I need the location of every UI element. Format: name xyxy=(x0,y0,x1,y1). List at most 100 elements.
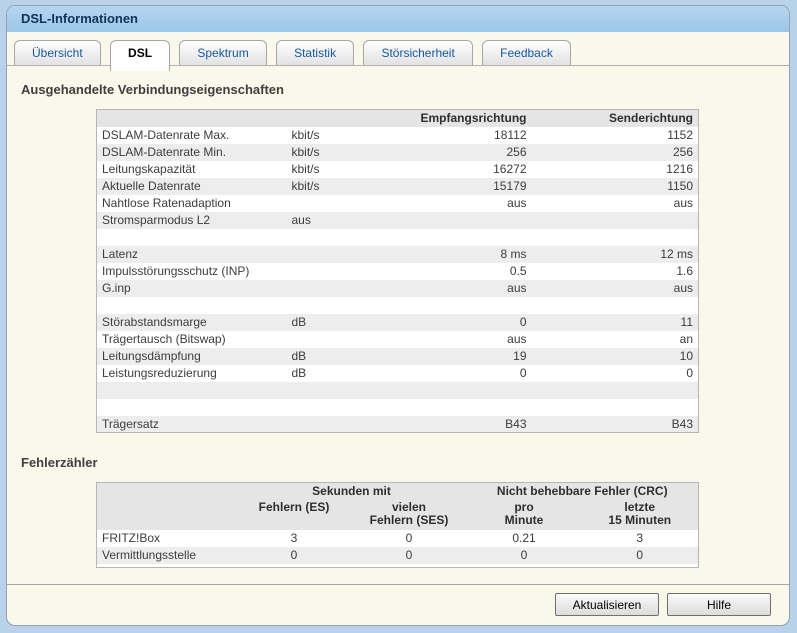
table-cell xyxy=(287,280,392,297)
table-cell: G.inp xyxy=(102,281,131,295)
column-header-downstream: Empfangsrichtung xyxy=(391,109,532,127)
table-cell: aus xyxy=(673,281,693,295)
error-table-group-header-row: Sekunden mit Nicht behebbare Fehler (CRC… xyxy=(96,482,699,499)
table-cell: 256 xyxy=(506,145,527,159)
table-row xyxy=(97,297,699,314)
group-header-empty xyxy=(96,482,237,499)
table-row: Trägersatz B43 B43 xyxy=(96,415,699,433)
table-cell: Trägertausch (Bitswap) xyxy=(102,332,226,346)
error-table-sub-header-row: Fehlern (ES) vielen Fehlern (SES) pro Mi… xyxy=(96,498,699,530)
table-cell: 0.21 xyxy=(512,531,536,545)
table-cell xyxy=(532,382,699,399)
table-cell xyxy=(287,229,392,246)
table-cell: 19 xyxy=(513,349,527,363)
table-cell: 0 xyxy=(686,366,693,380)
table-cell: Leistungsreduzierung xyxy=(102,366,217,380)
table-cell: 0 xyxy=(290,548,298,562)
table-cell: 0 xyxy=(519,315,527,329)
table-cell: 16272 xyxy=(493,162,527,176)
group-header-errored-seconds: Sekunden mit xyxy=(236,482,467,499)
table-cell: kbit/s xyxy=(291,128,320,142)
sub-header-es: Fehlern (ES) xyxy=(236,498,352,530)
tab-spektrum[interactable]: Spektrum xyxy=(179,40,267,65)
table-cell: Störabstandsmarge xyxy=(102,315,207,329)
table-cell xyxy=(287,297,392,314)
table-cell: Vermittlungsstelle xyxy=(102,548,197,562)
table-cell: aus xyxy=(673,196,693,210)
table-cell: 12 ms xyxy=(660,247,693,261)
table-row xyxy=(97,229,699,246)
table-cell: aus xyxy=(507,332,527,346)
table-cell: kbit/s xyxy=(291,179,320,193)
footer-button-bar: Aktualisieren Hilfe xyxy=(7,585,789,616)
table-cell: DSLAM-Datenrate Min. xyxy=(102,145,227,159)
connection-section-heading: Ausgehandelte Verbindungseigenschaften xyxy=(21,82,284,97)
table-cell: 0 xyxy=(405,531,413,545)
table-cell xyxy=(392,382,532,399)
table-cell xyxy=(392,212,532,229)
tab-bar: Übersicht DSL Spektrum Statistik Störsic… xyxy=(7,32,789,71)
table-cell xyxy=(287,399,392,416)
table-cell: 1216 xyxy=(666,162,693,176)
table-cell: dB xyxy=(291,349,307,363)
table-cell: 0.5 xyxy=(509,264,527,278)
tab-statistik[interactable]: Statistik xyxy=(276,40,355,65)
content-area: Ausgehandelte Verbindungseigenschaften E… xyxy=(7,82,789,568)
tab-stoersicherheit[interactable]: Störsicherheit xyxy=(363,40,473,65)
table-cell: Nahtlose Ratenadaption xyxy=(102,196,231,210)
table-cell: 10 xyxy=(679,349,693,363)
table-cell: Trägersatz xyxy=(102,416,159,431)
table-cell xyxy=(97,399,287,416)
table-cell: 0 xyxy=(636,548,644,562)
sub-header-empty xyxy=(96,498,237,530)
table-cell: an xyxy=(679,332,693,346)
sub-header-ses: vielen Fehlern (SES) xyxy=(351,498,467,530)
tab-dsl[interactable]: DSL xyxy=(110,40,171,71)
table-cell xyxy=(532,212,699,229)
table-cell: 8 ms xyxy=(500,247,527,261)
dsl-info-window: DSL-Informationen Übersicht DSL Spektrum… xyxy=(6,5,790,626)
errors-section-heading: Fehlerzähler xyxy=(21,455,98,470)
table-cell: aus xyxy=(507,196,527,210)
table-cell: aus xyxy=(507,281,527,295)
table-cell: aus xyxy=(291,213,311,227)
table-spacer xyxy=(96,563,699,568)
table-cell xyxy=(97,382,287,399)
table-cell xyxy=(392,297,532,314)
help-button[interactable]: Hilfe xyxy=(667,593,771,616)
table-cell: dB xyxy=(291,366,307,380)
column-header-unit xyxy=(286,109,392,127)
table-cell: 3 xyxy=(636,531,644,545)
table-row: DSLAM-Datenrate Min. kbit/s 256 256 xyxy=(96,143,699,161)
table-row: Trägertausch (Bitswap) aus an xyxy=(97,331,699,348)
table-row: DSLAM-Datenrate Max. kbit/s 18112 1152 xyxy=(97,127,699,144)
table-cell: kbit/s xyxy=(291,145,320,159)
table-row: Leitungskapazität kbit/s 16272 1216 xyxy=(97,161,699,178)
tab-uebersicht[interactable]: Übersicht xyxy=(14,40,101,65)
table-cell: Impulsstörungsschutz (INP) xyxy=(102,264,250,278)
table-cell: 1150 xyxy=(667,179,693,193)
tab-feedback[interactable]: Feedback xyxy=(482,40,571,65)
table-cell xyxy=(287,416,392,433)
table-row: Vermittlungsstelle 0 0 0 0 xyxy=(96,546,699,564)
table-row: G.inp aus aus xyxy=(96,279,699,297)
sub-header-per-minute: pro Minute xyxy=(466,498,582,530)
table-row xyxy=(97,399,699,416)
table-cell: 11 xyxy=(680,315,693,329)
table-cell xyxy=(287,382,392,399)
group-header-crc-errors: Nicht behebbare Fehler (CRC) xyxy=(466,482,699,499)
connection-table: Empfangsrichtung Senderichtung DSLAM-Dat… xyxy=(96,109,699,433)
table-cell xyxy=(532,399,699,416)
table-cell xyxy=(287,331,392,348)
error-counter-table: Sekunden mit Nicht behebbare Fehler (CRC… xyxy=(96,482,700,568)
table-spacer-row xyxy=(96,563,699,568)
table-cell: 0 xyxy=(405,548,413,562)
table-row: Leitungsdämpfung dB 19 10 xyxy=(96,347,699,365)
table-cell: 18112 xyxy=(494,128,527,142)
table-cell: 1.6 xyxy=(676,264,693,278)
table-cell xyxy=(532,229,699,246)
error-table-body: FRITZ!Box 3 0 0.21 3 Vermittlungsstelle 0 0 0 0 xyxy=(96,530,699,564)
sub-header-last-15-min: letzte 15 Minuten xyxy=(581,498,699,530)
refresh-button[interactable]: Aktualisieren xyxy=(555,593,659,616)
table-row: Aktuelle Datenrate kbit/s 15179 1150 xyxy=(96,177,699,195)
